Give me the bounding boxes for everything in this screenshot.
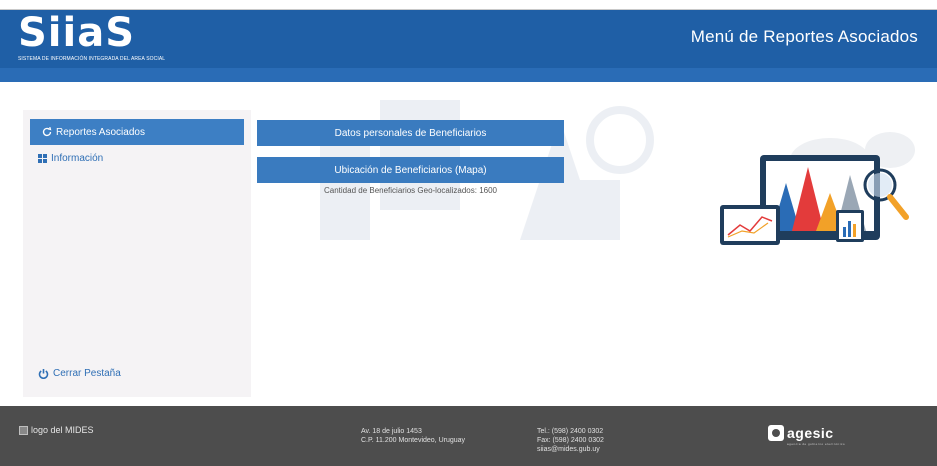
grid-icon bbox=[38, 154, 47, 163]
address-line: Av. 18 de julio 1453 bbox=[361, 428, 422, 435]
geo-count-text: Cantidad de Beneficiarios Geo-localizado… bbox=[324, 186, 497, 195]
brand-subtitle: SISTEMA DE INFORMACIÓN INTEGRADA DEL ARE… bbox=[18, 56, 166, 62]
agesic-mark-icon bbox=[768, 425, 784, 441]
agesic-logo[interactable]: agesic agencia de gobierno electrónico bbox=[768, 425, 845, 446]
personal-data-button[interactable]: Datos personales de Beneficiarios bbox=[257, 120, 564, 146]
header-strip bbox=[0, 68, 937, 82]
beneficiary-map-button[interactable]: Ubicación de Beneficiarios (Mapa) bbox=[257, 157, 564, 183]
refresh-icon bbox=[42, 127, 52, 137]
siias-logo[interactable]: SiiaS SISTEMA DE INFORMACIÓN INTEGRADA D… bbox=[18, 10, 188, 64]
fax-text: Fax: (598) 2400 0302 bbox=[537, 437, 604, 444]
sidebar-item-reportes-asociados[interactable]: Reportes Asociados bbox=[30, 119, 244, 145]
header-bar: SiiaS SISTEMA DE INFORMACIÓN INTEGRADA D… bbox=[0, 10, 937, 68]
footer-contact: Tel.: (598) 2400 0302 Fax: (598) 2400 03… bbox=[537, 427, 604, 454]
page-title: Menú de Reportes Asociados bbox=[690, 27, 918, 46]
agesic-wordmark: agesic bbox=[787, 425, 834, 441]
sidebar-item-label: Información bbox=[51, 153, 104, 164]
mides-logo[interactable]: logo del MIDES bbox=[19, 425, 94, 435]
footer: logo del MIDES Av. 18 de julio 1453 C.P.… bbox=[0, 406, 937, 466]
address-line: C.P. 11.200 Montevideo, Uruguay bbox=[361, 437, 466, 444]
footer-address: Av. 18 de julio 1453 C.P. 11.200 Montevi… bbox=[361, 427, 465, 445]
broken-image-icon bbox=[19, 425, 28, 435]
brand-wordmark: SiiaS bbox=[18, 10, 136, 56]
reports-illustration bbox=[720, 132, 915, 245]
top-border bbox=[0, 0, 937, 10]
power-icon bbox=[38, 369, 49, 379]
sidebar-item-informacion[interactable]: Información bbox=[38, 153, 103, 164]
mides-logo-alt: logo del MIDES bbox=[31, 425, 94, 435]
agesic-subtitle: agencia de gobierno electrónico bbox=[787, 442, 846, 446]
sidebar: Reportes Asociados Información Cerrar Pe… bbox=[23, 110, 251, 397]
close-tab-button[interactable]: Cerrar Pestaña bbox=[38, 368, 121, 379]
sidebar-item-label: Reportes Asociados bbox=[56, 126, 145, 138]
email-link[interactable]: siias@mides.gub.uy bbox=[537, 445, 604, 454]
phone-text: Tel.: (598) 2400 0302 bbox=[537, 428, 604, 435]
close-tab-label: Cerrar Pestaña bbox=[53, 368, 121, 379]
